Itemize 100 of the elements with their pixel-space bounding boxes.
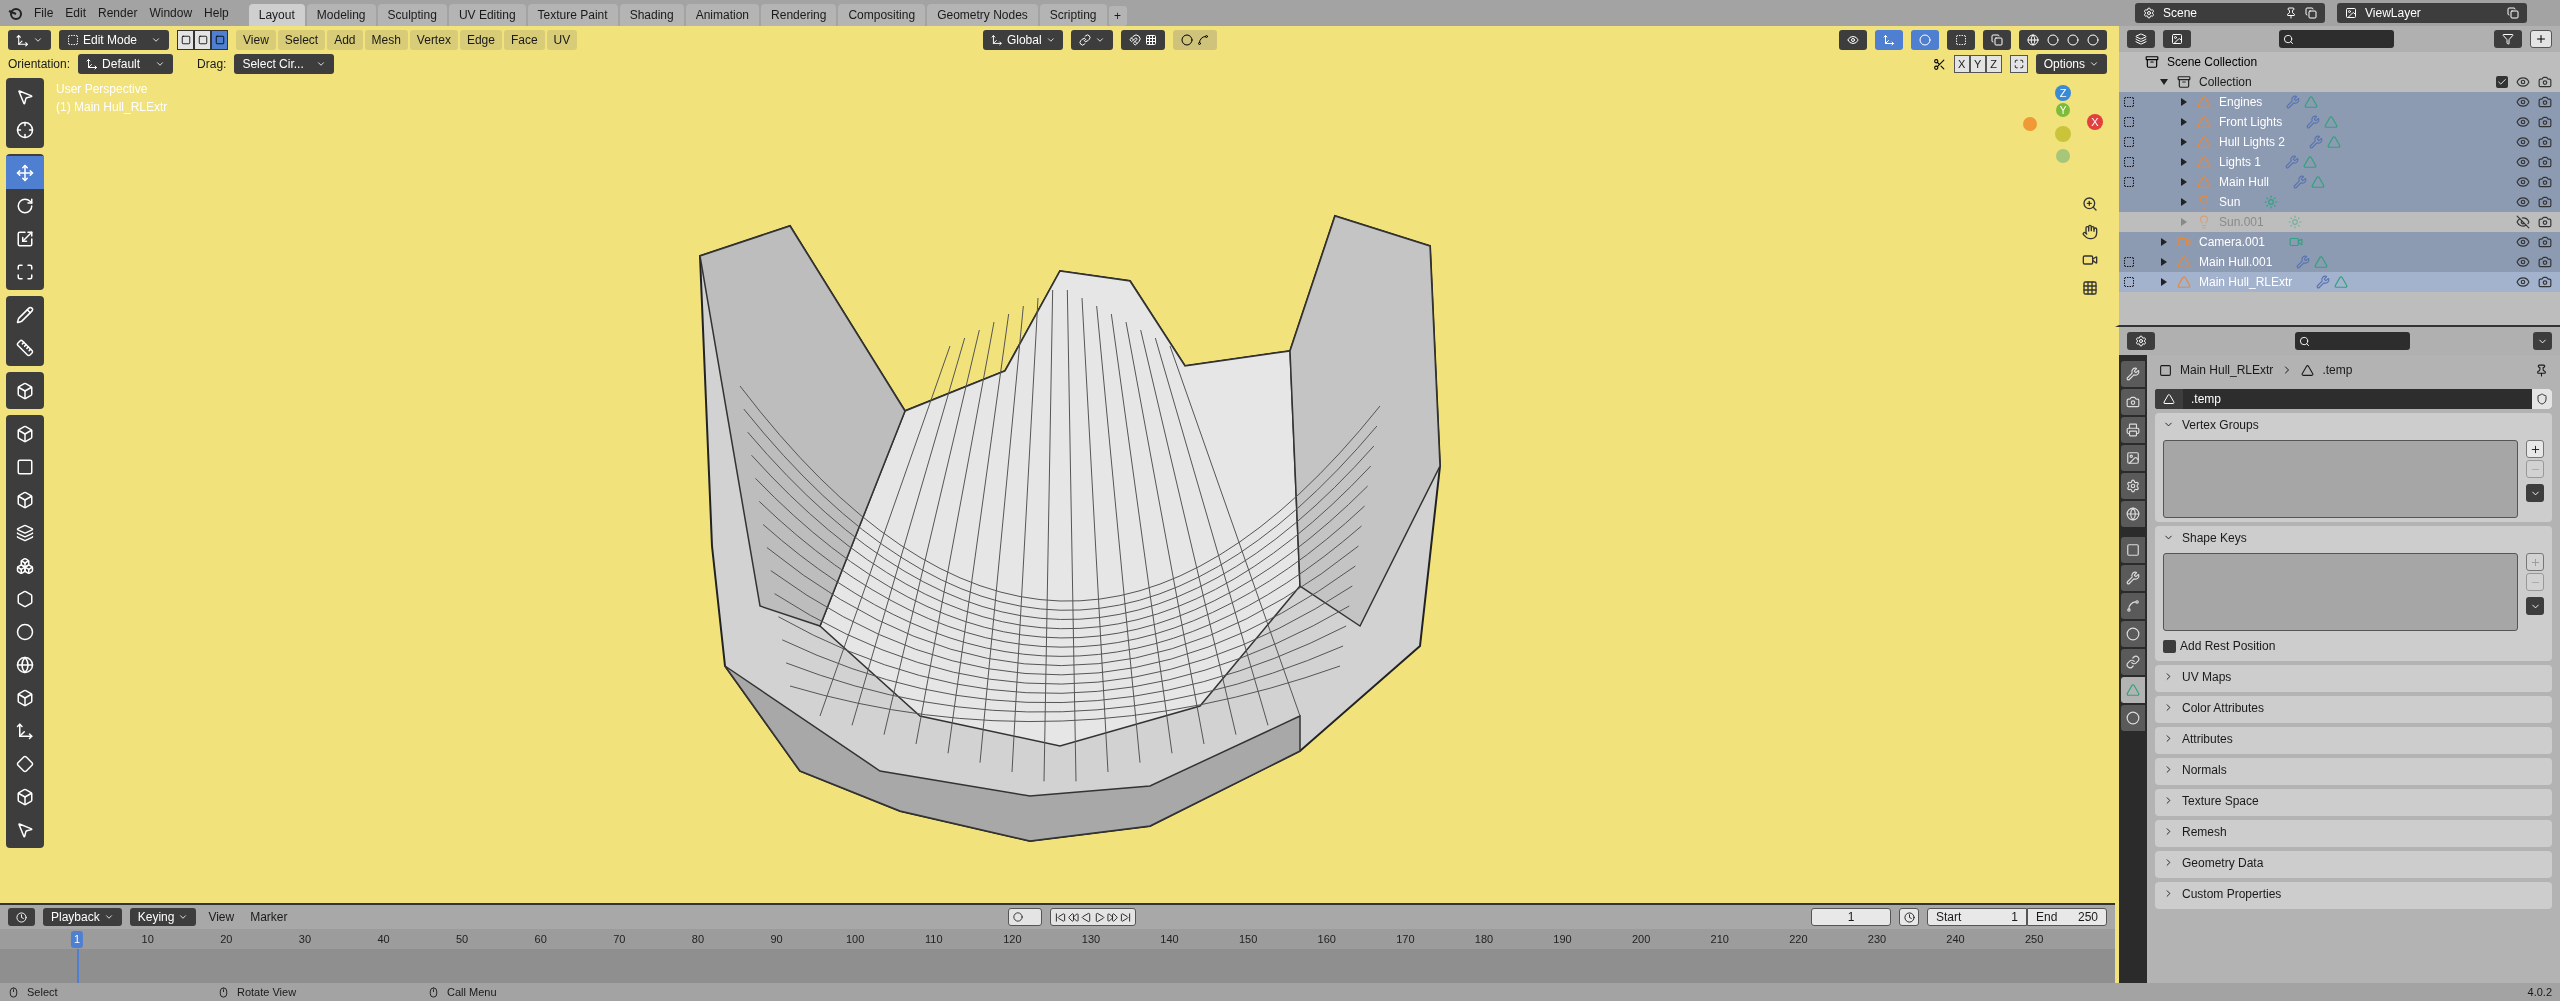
frame-number: 100: [844, 932, 866, 947]
menu-dropdown[interactable]: Playback: [43, 908, 122, 926]
frame-number: 130: [1080, 932, 1102, 947]
axis-toggle[interactable]: X: [1953, 55, 1970, 73]
menu-item[interactable]: Render: [98, 4, 138, 22]
frame-number: 80: [690, 932, 706, 947]
object-name: Main Hull.001: [2199, 254, 2273, 271]
panel-header[interactable]: Color Attributes: [2163, 696, 2544, 720]
frame-number: 230: [1866, 932, 1888, 947]
frame-number: 180: [1473, 932, 1495, 947]
menu-item[interactable]: Window: [149, 4, 193, 22]
frame-number: 50: [455, 932, 470, 947]
panel-header[interactable]: Shape Keys: [2163, 526, 2544, 550]
current-frame-field[interactable]: 1: [1811, 908, 1891, 926]
workspace-tab[interactable]: Layout: [248, 4, 305, 26]
workspace-tab[interactable]: Compositing: [838, 4, 926, 26]
menu-button[interactable]: Add: [327, 30, 363, 50]
workspace-tab[interactable]: Scripting: [1039, 4, 1107, 26]
menu-item[interactable]: View: [204, 908, 239, 926]
frame-number: 160: [1316, 932, 1337, 947]
viewport-info-text: User Perspective: [56, 81, 149, 98]
scene-collection-label: Scene Collection: [2167, 54, 2258, 71]
frame-number: 140: [1159, 932, 1180, 947]
scene-selector[interactable]: Scene: [2135, 3, 2325, 23]
object-name: Front Lights: [2219, 114, 2283, 131]
menu-item[interactable]: Marker: [246, 908, 292, 926]
object-name: Main Hull_RLExtr: [2199, 274, 2293, 291]
panel-header[interactable]: Texture Space: [2163, 789, 2544, 813]
breadcrumb-data: .temp: [2322, 362, 2353, 380]
menu-button[interactable]: Mesh: [364, 30, 408, 50]
frame-number: 20: [219, 932, 234, 947]
object-name: Camera.001: [2199, 234, 2266, 251]
panel-header[interactable]: Normals: [2163, 758, 2544, 782]
object-name: Hull Lights 2: [2219, 134, 2286, 151]
orientation-label: Orientation:: [8, 56, 71, 73]
drag-dropdown[interactable]: Select Cir...: [234, 54, 335, 74]
datablock-field[interactable]: .temp: [2155, 389, 2552, 410]
frame-number: 30: [297, 932, 313, 947]
menu-button[interactable]: Vertex: [409, 30, 458, 50]
frame-number: 60: [533, 932, 548, 947]
menu-button[interactable]: Face: [503, 30, 545, 50]
workspace-tab[interactable]: Geometry Nodes: [927, 4, 1038, 26]
menu-item[interactable]: File: [34, 4, 54, 22]
frame-number: 220: [1788, 932, 1809, 947]
frame-number: 170: [1395, 932, 1416, 947]
frame-number: 110: [923, 932, 944, 947]
workspace-tab[interactable]: Animation: [685, 4, 760, 26]
frame-number: 40: [376, 932, 391, 947]
current-frame-marker[interactable]: 1: [70, 931, 84, 948]
end-frame-field[interactable]: End 250: [2027, 908, 2107, 926]
navigation-gizmo[interactable]: Z Y X: [2020, 84, 2104, 166]
frame-number: 90: [769, 932, 784, 947]
add-workspace-button[interactable]: +: [1108, 6, 1127, 26]
object-name: Collection: [2199, 74, 2252, 91]
start-frame-field[interactable]: Start 1: [1927, 908, 2027, 926]
panel-header[interactable]: Custom Properties: [2163, 882, 2544, 906]
status-hint: Select: [27, 984, 58, 1000]
view-layer-selector[interactable]: ViewLayer: [2337, 3, 2527, 23]
menu-item[interactable]: Edit: [65, 4, 87, 22]
outliner-row[interactable]: Collection: [2119, 72, 2560, 92]
frame-number: 240: [1945, 932, 1966, 947]
viewport-info-text: (1) Main Hull_RLExtr: [56, 99, 168, 116]
frame-number: 120: [1002, 932, 1023, 947]
version-text: 4.0.2: [2527, 984, 2552, 1000]
object-name: Sun: [2219, 194, 2241, 211]
object-name: Main Hull: [2219, 174, 2269, 191]
frame-number: 150: [1237, 932, 1259, 947]
frame-number: 200: [1630, 932, 1652, 947]
menu-button[interactable]: UV: [546, 30, 578, 50]
menu-item[interactable]: Help: [204, 4, 229, 22]
workspace-tab[interactable]: Texture Paint: [527, 4, 618, 26]
menu-button[interactable]: Select: [277, 30, 326, 50]
frame-number: 190: [1552, 932, 1573, 947]
panel-header[interactable]: Remesh: [2163, 820, 2544, 844]
menu-button[interactable]: Edge: [459, 30, 502, 50]
frame-number: 250: [2023, 932, 2045, 947]
transform-dropdown[interactable]: Global: [983, 30, 1064, 50]
menu-button[interactable]: View: [236, 30, 276, 50]
status-hint: Rotate View: [237, 984, 297, 1000]
mode-dropdown[interactable]: Edit Mode: [59, 30, 169, 50]
frame-number: 10: [140, 932, 155, 947]
options-dropdown[interactable]: Options: [2035, 54, 2107, 74]
breadcrumb-object: Main Hull_RLExtr: [2180, 362, 2274, 380]
panel-header[interactable]: Geometry Data: [2163, 851, 2544, 875]
menu-dropdown[interactable]: Keying: [129, 908, 197, 926]
workspace-tab[interactable]: UV Editing: [448, 4, 526, 26]
workspace-tab[interactable]: Modeling: [306, 4, 376, 26]
panel-header[interactable]: Vertex Groups: [2163, 413, 2544, 437]
panel-header[interactable]: Attributes: [2163, 727, 2544, 751]
workspace-tab[interactable]: Shading: [619, 4, 684, 26]
checkbox-label: Add Rest Position: [2180, 638, 2276, 656]
orientation-dropdown[interactable]: Default: [78, 54, 174, 74]
status-hint: Call Menu: [447, 984, 497, 1000]
frame-number: 70: [612, 932, 627, 947]
drag-label: Drag:: [197, 56, 227, 73]
panel-header[interactable]: UV Maps: [2163, 665, 2544, 689]
workspace-tab[interactable]: Sculpting: [377, 4, 447, 26]
workspace-tab[interactable]: Rendering: [761, 4, 837, 26]
object-name: Engines: [2219, 94, 2263, 111]
object-name: Lights 1: [2219, 154, 2262, 171]
